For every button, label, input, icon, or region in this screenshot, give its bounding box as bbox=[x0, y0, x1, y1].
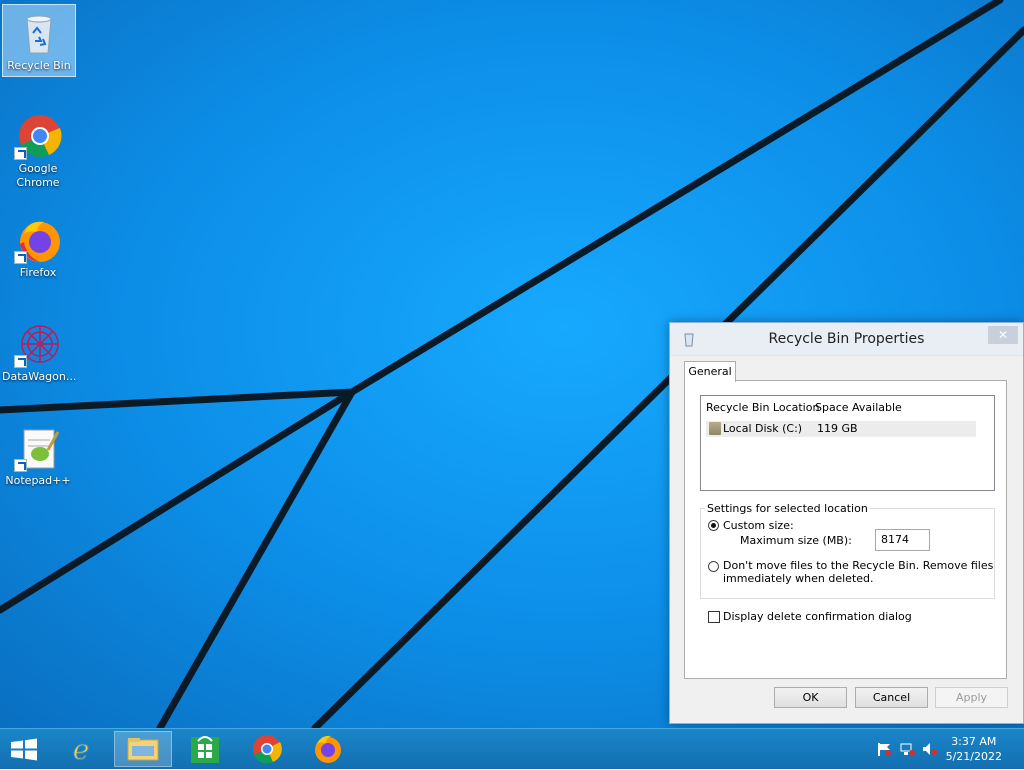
dialog-title: Recycle Bin Properties bbox=[768, 331, 925, 347]
dont-move-label-line2[interactable]: immediately when deleted. bbox=[723, 572, 874, 585]
desktop-icon-label: Google Chrome bbox=[16, 162, 60, 189]
tab-general[interactable]: General bbox=[684, 361, 736, 382]
recycle-bin-icon bbox=[15, 9, 63, 57]
internet-explorer-icon: e bbox=[72, 733, 90, 767]
recycle-bin-location-list[interactable]: Recycle Bin Location Space Available Loc… bbox=[700, 395, 995, 491]
desktop-icon-datawagon[interactable]: DataWagon... bbox=[2, 316, 77, 387]
apply-button[interactable]: Apply bbox=[935, 687, 1008, 708]
cancel-button[interactable]: Cancel bbox=[855, 687, 928, 708]
custom-size-radio[interactable] bbox=[708, 520, 719, 531]
desktop-icon-google-chrome[interactable]: Google Chrome bbox=[2, 108, 74, 193]
desktop-icon-label: DataWagon... bbox=[2, 370, 77, 383]
action-center-flag-icon[interactable] bbox=[876, 742, 892, 756]
desktop-icon-label: Recycle Bin bbox=[7, 59, 71, 72]
shortcut-arrow-icon bbox=[14, 355, 27, 368]
svg-text:e: e bbox=[73, 733, 90, 766]
custom-size-label[interactable]: Custom size: bbox=[723, 519, 794, 532]
desktop-icon-firefox[interactable]: Firefox bbox=[2, 212, 74, 283]
close-button[interactable]: ✕ bbox=[988, 326, 1018, 344]
taskbar-store[interactable] bbox=[178, 731, 232, 767]
max-size-label: Maximum size (MB): bbox=[740, 534, 852, 547]
taskbar-file-explorer[interactable] bbox=[114, 731, 172, 767]
firefox-icon bbox=[315, 735, 341, 763]
chrome-icon bbox=[14, 112, 62, 160]
datawagon-icon bbox=[14, 320, 62, 368]
space-cell: 119 GB bbox=[817, 422, 858, 435]
shortcut-arrow-icon bbox=[14, 251, 27, 264]
shortcut-arrow-icon bbox=[14, 147, 27, 160]
location-cell: Local Disk (C:) bbox=[723, 422, 803, 435]
dont-move-label-line1[interactable]: Don't move files to the Recycle Bin. Rem… bbox=[723, 559, 993, 572]
desktop-icon-notepadpp[interactable]: Notepad++ bbox=[2, 420, 74, 491]
start-button[interactable] bbox=[0, 731, 54, 767]
volume-muted-icon[interactable] bbox=[922, 742, 938, 756]
taskbar-chrome[interactable] bbox=[240, 731, 294, 767]
start-icon bbox=[11, 738, 37, 761]
drive-icon bbox=[709, 422, 721, 435]
desktop-icon-label: Firefox bbox=[19, 266, 57, 279]
desktop-icon-label: Notepad++ bbox=[5, 474, 71, 487]
network-icon[interactable] bbox=[899, 742, 915, 756]
shortcut-arrow-icon bbox=[14, 459, 27, 472]
dont-move-radio[interactable] bbox=[708, 561, 719, 572]
taskbar-firefox[interactable] bbox=[301, 731, 355, 767]
desktop-icon-recycle-bin[interactable]: Recycle Bin bbox=[2, 4, 76, 77]
notepadpp-icon bbox=[14, 424, 62, 472]
clock[interactable]: 3:37 AM 5/21/2022 bbox=[946, 734, 1002, 764]
firefox-icon bbox=[14, 216, 62, 264]
taskbar-internet-explorer[interactable]: e bbox=[54, 731, 108, 767]
settings-legend: Settings for selected location bbox=[705, 502, 870, 515]
list-item[interactable]: Local Disk (C:) 119 GB bbox=[706, 421, 976, 437]
confirm-label[interactable]: Display delete confirmation dialog bbox=[723, 610, 912, 623]
file-explorer-icon bbox=[127, 738, 159, 761]
clock-date: 5/21/2022 bbox=[945, 750, 1002, 763]
column-header-space[interactable]: Space Available bbox=[815, 401, 902, 414]
dialog-titlebar[interactable]: Recycle Bin Properties ✕ bbox=[670, 323, 1023, 356]
chrome-icon bbox=[253, 735, 282, 764]
ok-button[interactable]: OK bbox=[774, 687, 847, 708]
clock-time: 3:37 AM bbox=[951, 735, 997, 748]
column-header-location[interactable]: Recycle Bin Location bbox=[706, 401, 819, 414]
max-size-input[interactable]: 8174 bbox=[875, 529, 930, 551]
store-icon bbox=[191, 736, 219, 763]
confirm-checkbox[interactable] bbox=[708, 611, 720, 623]
taskbar: e 3:37 AM 5/21/2022 bbox=[0, 728, 1024, 769]
